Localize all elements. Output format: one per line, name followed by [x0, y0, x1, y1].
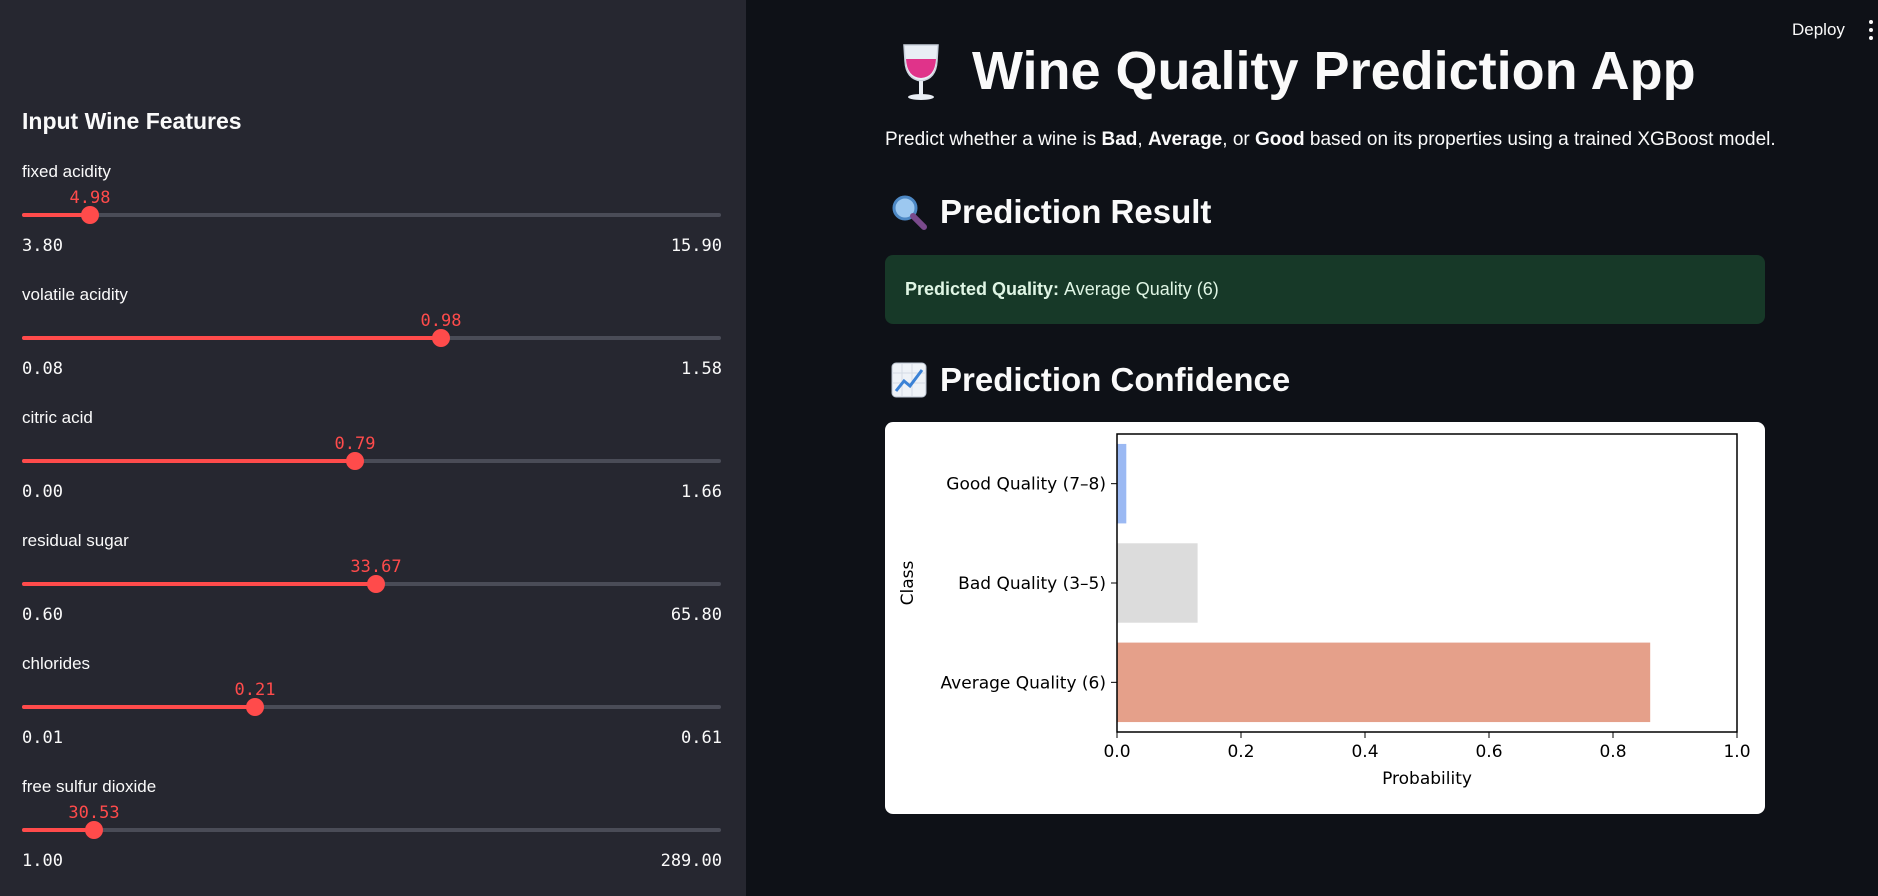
slider-thumb[interactable] — [432, 329, 450, 347]
slider-max: 65.80 — [670, 605, 722, 625]
confidence-chart-card: Good Quality (7–8) Bad Quality (3–5) Avera… — [885, 422, 1765, 814]
slider-min: 0.00 — [22, 482, 63, 502]
slider-volatile-acidity[interactable]: volatile acidity 0.98 0.08 1.58 — [22, 285, 722, 395]
slider-value: 33.67 — [350, 557, 402, 577]
intro-text: Predict whether a wine is Bad, Average, … — [885, 129, 1776, 151]
slider-track[interactable] — [22, 336, 721, 340]
slider-thumb[interactable] — [346, 452, 364, 470]
prediction-result-title: Prediction Result — [940, 193, 1212, 230]
x-tick-label: 0.2 — [1227, 742, 1254, 762]
result-value: Average Quality (6) — [1064, 279, 1219, 299]
wine-glass-icon — [903, 44, 939, 100]
slider-min: 1.00 — [22, 851, 63, 871]
slider-max: 0.61 — [681, 728, 722, 748]
slider-label: residual sugar — [22, 531, 129, 550]
more-vertical-icon[interactable] — [1869, 20, 1878, 42]
slider-value: 4.98 — [69, 188, 111, 208]
intro-good: Good — [1255, 129, 1305, 150]
slider-track[interactable] — [22, 705, 721, 709]
chart-increasing-icon — [891, 362, 927, 398]
slider-min: 3.80 — [22, 236, 63, 256]
slider-fill — [22, 336, 441, 340]
slider-value: 0.79 — [334, 434, 376, 454]
slider-value: 0.21 — [234, 680, 276, 700]
slider-min: 0.01 — [22, 728, 63, 748]
slider-fill — [22, 582, 376, 586]
x-tick-label: 0.6 — [1475, 742, 1502, 762]
x-axis-label: Probability — [1382, 769, 1472, 789]
intro-average: Average — [1147, 129, 1223, 150]
intro-suffix: based on its properties using a trained … — [1304, 129, 1776, 150]
slider-fill — [22, 705, 255, 709]
y-axis-label: Class — [898, 560, 918, 605]
slider-free-sulfur-dioxide[interactable]: free sulfur dioxide 30.53 1.00 289.00 — [22, 777, 722, 887]
slider-fill — [22, 459, 355, 463]
slider-label: fixed acidity — [22, 162, 111, 181]
slider-thumb[interactable] — [246, 698, 264, 716]
slider-fill — [22, 213, 90, 217]
slider-track[interactable] — [22, 213, 721, 217]
slider-fixed-acidity[interactable]: fixed acidity 4.98 3.80 15.90 — [22, 162, 722, 272]
slider-chlorides[interactable]: chlorides 0.21 0.01 0.61 — [22, 654, 722, 764]
deploy-button[interactable]: Deploy — [1792, 20, 1845, 40]
page-title-row: Wine Quality Prediction App — [896, 40, 1696, 102]
slider-max: 15.90 — [670, 236, 722, 256]
slider-min: 0.08 — [22, 359, 63, 379]
sidebar: Input Wine Features fixed acidity 4.98 3.8… — [0, 0, 746, 896]
page-title: Wine Quality Prediction App — [972, 41, 1696, 101]
slider-track[interactable] — [22, 459, 721, 463]
slider-track[interactable] — [22, 828, 721, 832]
prediction-result-heading: Prediction Result — [890, 193, 1211, 231]
intro-prefix: Predict whether a wine is — [885, 129, 1102, 150]
slider-thumb[interactable] — [85, 821, 103, 839]
intro-sep2: , or — [1222, 129, 1255, 150]
slider-fill — [22, 828, 94, 832]
x-tick-label: 0.0 — [1103, 742, 1130, 762]
slider-label: citric acid — [22, 408, 93, 427]
y-tick-label: Bad Quality (3–5) — [958, 574, 1106, 594]
result-label: Predicted Quality: — [905, 279, 1060, 299]
slider-label: free sulfur dioxide — [22, 777, 157, 796]
sidebar-heading: Input Wine Features — [22, 108, 242, 134]
intro-bad: Bad — [1101, 129, 1138, 150]
slider-max: 289.00 — [660, 851, 722, 871]
slider-value: 0.98 — [420, 311, 462, 331]
confidence-bar-chart: Good Quality (7–8) Bad Quality (3–5) Avera… — [898, 433, 1751, 789]
prediction-confidence-heading: Prediction Confidence — [890, 361, 1290, 399]
intro-sep1: , — [1137, 129, 1148, 150]
y-tick-label: Average Quality (6) — [941, 673, 1106, 693]
slider-max: 1.66 — [681, 482, 722, 502]
bar-0 — [1117, 443, 1127, 524]
slider-min: 0.60 — [22, 605, 63, 625]
y-tick-label: Good Quality (7–8) — [946, 475, 1106, 495]
x-tick-label: 0.8 — [1599, 742, 1626, 762]
slider-label: volatile acidity — [22, 285, 128, 304]
prediction-result-alert: Predicted Quality: Average Quality (6) — [885, 255, 1765, 324]
magnifying-glass-icon — [892, 195, 927, 230]
slider-max: 1.58 — [681, 359, 722, 379]
slider-thumb[interactable] — [367, 575, 385, 593]
slider-residual-sugar[interactable]: residual sugar 33.67 0.60 65.80 — [22, 531, 722, 641]
slider-label: chlorides — [22, 654, 91, 673]
x-tick-label: 0.4 — [1351, 742, 1378, 762]
slider-thumb[interactable] — [81, 206, 99, 224]
x-tick-label: 1.0 — [1723, 742, 1750, 762]
prediction-confidence-title: Prediction Confidence — [940, 361, 1291, 398]
slider-value: 30.53 — [68, 803, 120, 823]
bar-2 — [1117, 642, 1651, 723]
bar-1 — [1117, 543, 1198, 623]
slider-citric-acid[interactable]: citric acid 0.79 0.00 1.66 — [22, 408, 722, 518]
